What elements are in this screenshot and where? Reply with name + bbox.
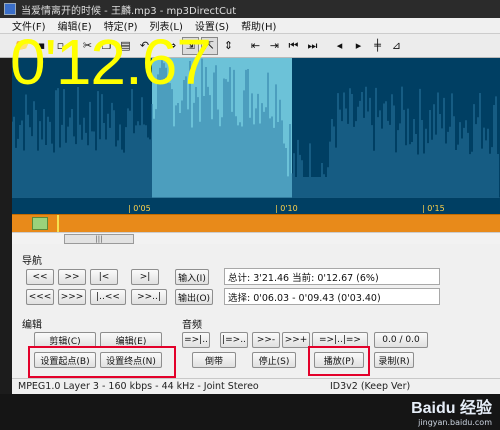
in-button[interactable]: 输入(I) [175,269,209,285]
goto-end-icon[interactable]: ⏭ [304,37,321,55]
nav-end-button[interactable]: >| [131,269,159,285]
audio-section-title: 音频 [182,320,202,331]
menu-help[interactable]: 帮助(H) [241,18,276,33]
format-status: MPEG1.0 Layer 3 - 160 kbps - 44 kHz - Jo… [18,381,259,392]
zoom-sel-icon[interactable]: ⇕ [220,37,237,55]
split-icon[interactable]: ╪ [369,37,386,55]
horizontal-scrollbar[interactable]: ||| [12,232,500,244]
window-title: 当爱情离开的时候 - 王麟.mp3 - mp3DirectCut [21,5,237,17]
set-begin-icon[interactable]: ⇤ [247,37,264,55]
volume-display: 0.0 / 0.0 [374,332,428,348]
mark-out-icon[interactable]: ▸ [350,37,367,55]
goto-begin-icon[interactable]: ⏮ [285,37,302,55]
nav-fast-forward-button[interactable]: >>> [58,289,86,305]
edit-section-title: 编辑 [22,320,42,331]
playhead-marker[interactable] [57,215,59,233]
nav-rewind-button[interactable]: << [26,269,54,285]
play-after-out-button[interactable]: >>+ [282,332,310,348]
scrollbar-thumb[interactable]: ||| [64,234,134,244]
nav-goto-out-button[interactable]: >>..| [131,289,167,305]
current-time-display: 0'12.67 [10,26,212,98]
title-bar: 当爱情离开的时候 - 王麟.mp3 - mp3DirectCut [0,0,500,18]
total-time-field: 总计: 3'21.46 当前: 0'12.67 (6%) [224,268,440,285]
nav-goto-in-button[interactable]: |..<< [90,289,126,305]
stop-button[interactable]: 停止(S) [252,352,296,368]
highlight-frame [28,346,176,378]
selection-marker [32,217,48,230]
nav-section-title: 导航 [22,256,42,267]
highlight-frame [308,346,370,376]
nav-forward-button[interactable]: >> [58,269,86,285]
play-before-out-button[interactable]: >>- [252,332,280,348]
status-bar: MPEG1.0 Layer 3 - 160 kbps - 44 kHz - Jo… [12,378,500,394]
watermark-main: Baidu 经验 [411,400,492,417]
app-icon [4,3,16,15]
play-from-in-button[interactable]: |=>.. [220,332,248,348]
watermark: Baidu 经验 jingyan.baidu.com [411,394,492,427]
tick-label: | 0'05 [128,204,151,213]
selection-time-field: 选择: 0'06.03 - 0'09.43 (0'03.40) [224,288,440,305]
fade-icon[interactable]: ⊿ [388,37,405,55]
tick-label: | 0'10 [275,204,298,213]
record-button[interactable]: 录制(R) [374,352,414,368]
tick-label: | 0'15 [422,204,445,213]
tag-status: ID3v2 (Keep Ver) [330,381,411,392]
position-bar[interactable] [12,214,500,233]
mark-in-icon[interactable]: ◂ [331,37,348,55]
nav-fast-rewind-button[interactable]: <<< [26,289,54,305]
nav-start-button[interactable]: |< [90,269,118,285]
set-end-icon[interactable]: ⇥ [266,37,283,55]
app-window: 当爱情离开的时候 - 王麟.mp3 - mp3DirectCut 文件(F) 编… [0,0,500,430]
out-button[interactable]: 输出(O) [175,289,213,305]
watermark-sub: jingyan.baidu.com [418,418,492,427]
play-to-in-button[interactable]: =>|.. [182,332,210,348]
rewind-button[interactable]: 倒带 [192,352,236,368]
control-panel: 导航 << >> |< >| <<< >>> |..<< >>..| 输入(I)… [12,244,500,378]
